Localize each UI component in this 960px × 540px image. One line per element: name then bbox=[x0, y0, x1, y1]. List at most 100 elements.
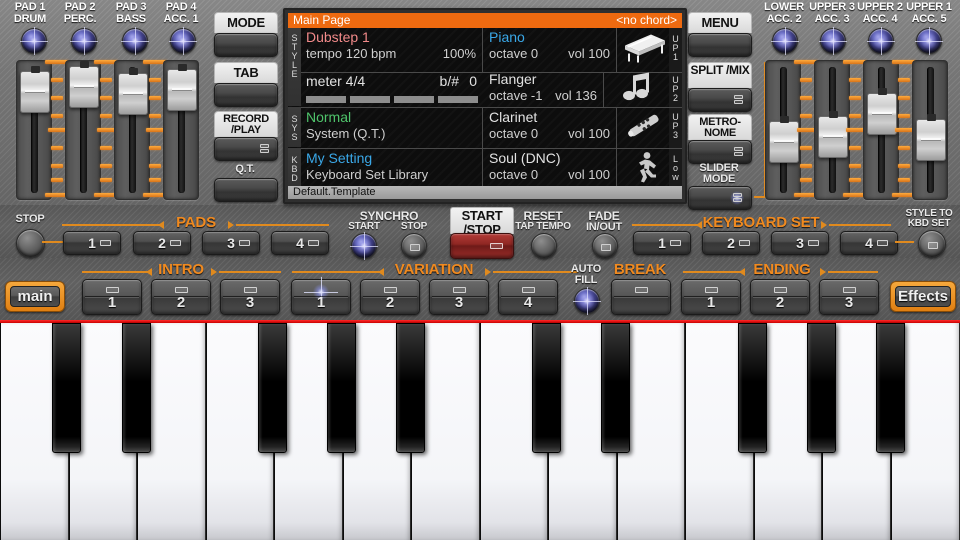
upper1-icon-cell[interactable] bbox=[618, 28, 669, 72]
intro-rule-left bbox=[82, 271, 148, 273]
piano-keyboard[interactable] bbox=[0, 320, 960, 540]
split-mix-button[interactable] bbox=[688, 88, 752, 112]
slider-7-handle[interactable] bbox=[867, 93, 897, 135]
sys-tab[interactable]: SYS bbox=[288, 107, 301, 147]
record-play-button[interactable] bbox=[214, 137, 278, 161]
upper2-sound-cell[interactable]: Flanger octave -1 vol 136 bbox=[484, 73, 604, 107]
main-display[interactable]: <no chord> Main Page STYLE SYS KBD Dubst… bbox=[283, 8, 687, 204]
slider-1-handle[interactable] bbox=[20, 71, 50, 113]
upper2-icon-cell[interactable] bbox=[605, 73, 669, 107]
metronome-button[interactable] bbox=[688, 140, 752, 164]
keyboard-set-button-3[interactable]: 3 bbox=[771, 231, 829, 255]
variation-button-3-label: 3 bbox=[430, 294, 488, 311]
main-page-button[interactable]: main bbox=[5, 281, 65, 312]
sys-cell[interactable]: Normal System (Q.T.) bbox=[301, 108, 483, 148]
synchro-start-label: START bbox=[340, 222, 388, 232]
keyboard-set-button-2[interactable]: 2 bbox=[702, 231, 760, 255]
tab-button[interactable] bbox=[214, 83, 278, 107]
slider-8-track[interactable] bbox=[912, 60, 948, 200]
black-key[interactable] bbox=[738, 323, 767, 453]
ending-button-1[interactable]: 1 bbox=[681, 279, 741, 315]
variation-button-3[interactable]: 3 bbox=[429, 279, 489, 315]
keyboard-set-button-1[interactable]: 1 bbox=[633, 231, 691, 255]
pad-button-1[interactable]: 1 bbox=[63, 231, 121, 255]
black-key[interactable] bbox=[52, 323, 81, 453]
upper3-icon-cell[interactable] bbox=[618, 108, 669, 148]
pad-4-button[interactable] bbox=[170, 28, 196, 54]
pad-button-3[interactable]: 3 bbox=[202, 231, 260, 255]
black-key[interactable] bbox=[532, 323, 561, 453]
lower-part-button[interactable] bbox=[772, 28, 798, 54]
fade-led bbox=[601, 244, 611, 251]
ending-button-3[interactable]: 3 bbox=[819, 279, 879, 315]
pad-button-2[interactable]: 2 bbox=[133, 231, 191, 255]
black-key[interactable] bbox=[601, 323, 630, 453]
intro-button-2-led bbox=[175, 287, 188, 293]
black-key[interactable] bbox=[327, 323, 356, 453]
variation-rule-label: VARIATION bbox=[384, 262, 484, 277]
black-key[interactable] bbox=[876, 323, 905, 453]
style-to-kbd-button[interactable] bbox=[918, 230, 946, 258]
slider-mode-button[interactable] bbox=[688, 186, 752, 210]
slider-2-handle[interactable] bbox=[69, 66, 99, 108]
style-cell[interactable]: Dubstep 1 tempo 120 bpm 100% bbox=[301, 28, 483, 72]
slider-7-track[interactable] bbox=[863, 60, 899, 200]
intro-button-2[interactable]: 2 bbox=[151, 279, 211, 315]
slider-2-track[interactable] bbox=[65, 60, 101, 200]
lower-sound-cell[interactable]: Soul (DNC) octave 0 vol 100 bbox=[484, 149, 617, 191]
keyboard-set-button-3-led bbox=[808, 240, 819, 246]
pad-button-4[interactable]: 4 bbox=[271, 231, 329, 255]
slider-6-track[interactable] bbox=[814, 60, 850, 200]
kbd-sub: Keyboard Set Library bbox=[306, 167, 428, 182]
slider-3-handle[interactable] bbox=[118, 73, 148, 115]
synchro-stop-button[interactable] bbox=[401, 233, 427, 259]
qt-button[interactable] bbox=[214, 178, 278, 202]
pad-2-button[interactable] bbox=[71, 28, 97, 54]
fade-button[interactable] bbox=[592, 233, 618, 259]
stop-button[interactable] bbox=[16, 229, 45, 258]
slider-5-track[interactable] bbox=[765, 60, 801, 200]
style-tab[interactable]: STYLE bbox=[288, 28, 301, 106]
slider-6-handle[interactable] bbox=[818, 116, 848, 158]
slider-1-track[interactable] bbox=[16, 60, 52, 200]
slider-5-handle[interactable] bbox=[769, 121, 799, 163]
upper1-part-button[interactable] bbox=[916, 28, 942, 54]
kbd-tab[interactable]: KBD bbox=[288, 148, 301, 191]
upper1-sound-cell[interactable]: Piano octave 0 vol 100 bbox=[484, 28, 617, 72]
break-button[interactable] bbox=[611, 279, 671, 315]
effects-button[interactable]: Effects bbox=[890, 281, 956, 312]
lower-icon-cell[interactable] bbox=[618, 149, 669, 191]
variation-button-1[interactable]: 1 bbox=[291, 279, 351, 315]
intro-button-3[interactable]: 3 bbox=[220, 279, 280, 315]
tap-tempo-button[interactable] bbox=[531, 233, 557, 259]
upper2-part-button[interactable] bbox=[868, 28, 894, 54]
mode-button[interactable] bbox=[214, 33, 278, 57]
variation-button-4[interactable]: 4 bbox=[498, 279, 558, 315]
upper3-part-button[interactable] bbox=[820, 28, 846, 54]
slider-4-handle[interactable] bbox=[167, 69, 197, 111]
upper3-sound-name: Clarinet bbox=[489, 109, 537, 125]
slider-3-track[interactable] bbox=[114, 60, 150, 200]
variation-button-2[interactable]: 2 bbox=[360, 279, 420, 315]
auto-fill-button[interactable] bbox=[574, 288, 600, 314]
upper1-part-led bbox=[917, 29, 941, 53]
pad-1-button[interactable] bbox=[21, 28, 47, 54]
slider-8-handle[interactable] bbox=[916, 119, 946, 161]
keyboard-set-button-4[interactable]: 4 bbox=[840, 231, 898, 255]
kbd-cell[interactable]: My Setting Keyboard Set Library bbox=[301, 149, 483, 191]
black-key[interactable] bbox=[122, 323, 151, 453]
style-tempo: tempo 120 bpm bbox=[306, 46, 396, 61]
black-key[interactable] bbox=[258, 323, 287, 453]
intro-button-1[interactable]: 1 bbox=[82, 279, 142, 315]
pad-3-button[interactable] bbox=[122, 28, 148, 54]
black-key[interactable] bbox=[807, 323, 836, 453]
start-stop-button[interactable] bbox=[450, 233, 514, 259]
variation-button-2-label: 2 bbox=[361, 294, 419, 311]
ending-button-2[interactable]: 2 bbox=[750, 279, 810, 315]
upper3-octave: octave 0 bbox=[489, 126, 538, 141]
synchro-start-button[interactable] bbox=[351, 233, 377, 259]
upper3-sound-cell[interactable]: Clarinet octave 0 vol 100 bbox=[484, 108, 617, 148]
slider-4-track[interactable] bbox=[163, 60, 199, 200]
menu-button[interactable] bbox=[688, 33, 752, 57]
black-key[interactable] bbox=[396, 323, 425, 453]
